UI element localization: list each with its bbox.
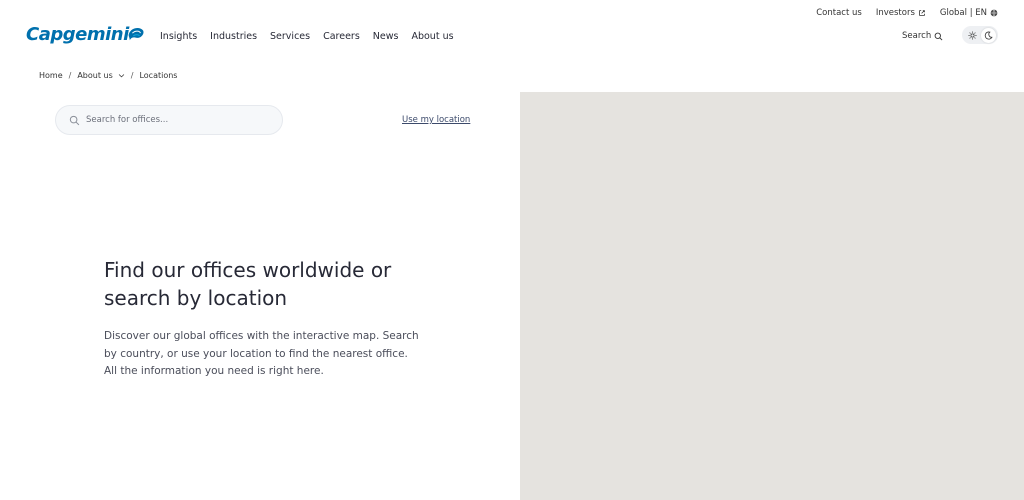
contact-us-label: Contact us xyxy=(816,8,862,18)
office-search-box xyxy=(55,105,283,135)
breadcrumb-separator: / xyxy=(130,71,134,80)
main-nav: Insights Industries Services Careers New… xyxy=(160,31,454,42)
external-link-icon xyxy=(919,10,925,16)
chevron-down-icon xyxy=(118,74,124,78)
breadcrumb-separator: / xyxy=(68,71,72,80)
capgemini-logo[interactable]: Capgemini xyxy=(26,24,145,45)
globe-icon xyxy=(990,9,998,17)
interactive-map[interactable] xyxy=(520,92,1024,500)
theme-toggle xyxy=(962,26,998,44)
breadcrumb-about-us[interactable]: About us xyxy=(77,71,124,80)
use-my-location-link[interactable]: Use my location xyxy=(402,115,470,125)
page-title: Find our offices worldwide or search by … xyxy=(104,258,392,310)
light-mode-button[interactable] xyxy=(965,28,980,43)
logo-text: Capgemini xyxy=(26,24,129,45)
header-search-label: Search xyxy=(902,31,932,41)
nav-item-news[interactable]: News xyxy=(373,31,399,42)
nav-item-about-us[interactable]: About us xyxy=(411,31,453,42)
nav-item-careers[interactable]: Careers xyxy=(323,31,360,42)
sun-icon xyxy=(967,30,977,40)
investors-label: Investors xyxy=(875,8,915,18)
logo-spade-icon xyxy=(128,27,144,40)
search-icon xyxy=(69,115,80,125)
nav-item-insights[interactable]: Insights xyxy=(160,31,197,42)
moon-icon xyxy=(984,31,993,39)
header-search-button[interactable]: Search xyxy=(902,31,943,41)
investors-link[interactable]: Investors xyxy=(876,8,926,18)
nav-item-industries[interactable]: Industries xyxy=(210,31,257,42)
language-selector[interactable]: Global | EN xyxy=(940,8,998,18)
utility-nav: Contact us Investors Global | EN xyxy=(816,8,998,18)
breadcrumb: Home / About us / Locations xyxy=(39,71,177,80)
office-search-input[interactable] xyxy=(86,115,266,125)
search-icon xyxy=(934,32,943,40)
contact-us-link[interactable]: Contact us xyxy=(816,8,862,18)
language-label: Global | EN xyxy=(939,8,987,18)
breadcrumb-home[interactable]: Home xyxy=(39,71,63,80)
page-description: Discover our global offices with the int… xyxy=(104,330,419,377)
breadcrumb-current: Locations xyxy=(139,71,178,80)
breadcrumb-about-us-label: About us xyxy=(77,71,113,80)
dark-mode-button[interactable] xyxy=(980,27,996,43)
nav-item-services[interactable]: Services xyxy=(270,31,310,42)
